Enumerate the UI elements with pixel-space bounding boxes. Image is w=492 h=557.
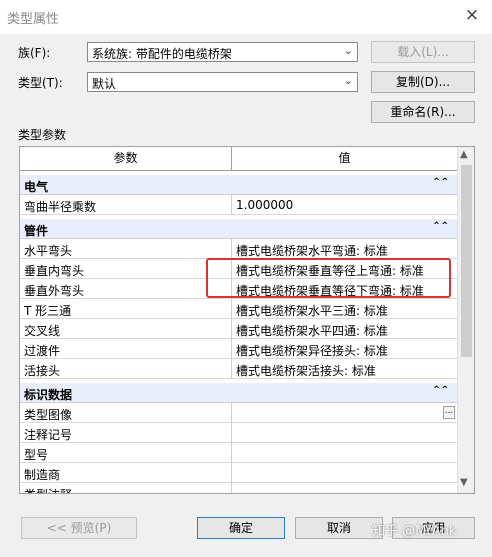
ellipsis-icon[interactable]: ... xyxy=(443,406,455,419)
preview-button[interactable]: << 预览(P) xyxy=(21,517,137,539)
group-header-identity[interactable]: 标识数据 ⌃⌃ xyxy=(20,383,457,403)
double-chevron-up-icon[interactable]: ⌃⌃ xyxy=(432,177,449,188)
duplicate-button[interactable]: 复制(D)... xyxy=(371,71,475,93)
rename-button[interactable]: 重命名(R)... xyxy=(371,101,475,123)
column-divider xyxy=(231,463,232,483)
param-name: 活接头 xyxy=(24,364,61,378)
param-name: 类型图像 xyxy=(24,408,73,422)
param-row[interactable]: 活接头 槽式电缆桥架活接头: 标准 xyxy=(20,359,457,379)
group-header-fittings[interactable]: 管件 ⌃⌃ xyxy=(20,219,457,239)
chevron-down-icon: ⌄ xyxy=(343,74,353,87)
param-row-type-image[interactable]: 类型图像 ... xyxy=(20,403,457,423)
param-name: 制造商 xyxy=(24,468,61,482)
column-divider xyxy=(231,359,232,379)
column-divider xyxy=(231,423,232,443)
grid-header: 参数 值 xyxy=(20,147,457,171)
scrollbar-thumb[interactable] xyxy=(461,165,472,357)
family-value: 系统族: 带配件的电缆桥架 xyxy=(92,47,232,61)
column-divider xyxy=(231,195,232,215)
watermark: 知乎 @MrAnk xyxy=(372,524,457,539)
param-value[interactable]: 1.000000 xyxy=(236,198,293,212)
column-divider xyxy=(231,443,232,463)
param-value[interactable]: 槽式电缆桥架水平四通: 标准 xyxy=(236,322,388,339)
ok-button[interactable]: 确定 xyxy=(197,517,285,539)
column-divider xyxy=(231,239,232,259)
param-name: 型号 xyxy=(24,448,49,462)
param-row[interactable]: 制造商 xyxy=(20,463,457,483)
param-name: T 形三通 xyxy=(24,304,72,318)
chevron-down-icon: ⌄ xyxy=(343,44,353,57)
type-params-grid: 参数 值 电气 ⌃⌃ 弯曲半径乘数 1.000000 管件 ⌃⌃ 水平弯头 槽式… xyxy=(19,146,475,494)
type-dropdown[interactable]: 默认 ⌄ xyxy=(87,72,358,92)
group-title: 电气 xyxy=(24,180,49,194)
param-name: 弯曲半径乘数 xyxy=(24,200,97,214)
param-name: 类型注释 xyxy=(24,486,72,493)
type-params-label: 类型参数 xyxy=(18,128,67,142)
vertical-scrollbar[interactable]: ▲ ▼ xyxy=(457,147,474,493)
param-row[interactable]: 类型注释 xyxy=(20,483,457,493)
column-divider xyxy=(231,319,232,339)
scroll-down-icon[interactable]: ▼ xyxy=(460,477,468,488)
family-dropdown[interactable]: 系统族: 带配件的电缆桥架 ⌄ xyxy=(87,42,358,62)
scroll-up-icon[interactable]: ▲ xyxy=(460,149,468,160)
param-value[interactable]: 槽式电缆桥架水平三通: 标准 xyxy=(236,302,388,319)
param-name: 垂直内弯头 xyxy=(24,264,85,278)
group-title: 标识数据 xyxy=(24,388,73,402)
column-divider xyxy=(231,483,232,493)
column-divider xyxy=(231,403,232,423)
param-row[interactable]: 型号 xyxy=(20,443,457,463)
column-header-param[interactable]: 参数 xyxy=(20,147,232,170)
double-chevron-up-icon[interactable]: ⌃⌃ xyxy=(432,221,449,232)
close-icon[interactable]: × xyxy=(463,6,481,24)
param-name: 过渡件 xyxy=(24,344,61,358)
param-name: 注释记号 xyxy=(24,428,73,442)
type-value: 默认 xyxy=(92,77,117,91)
group-header-electrical[interactable]: 电气 ⌃⌃ xyxy=(20,175,457,195)
window-title: 类型属性 xyxy=(7,12,60,27)
param-row[interactable]: 交叉线 槽式电缆桥架水平四通: 标准 xyxy=(20,319,457,339)
param-name: 垂直外弯头 xyxy=(24,284,85,298)
column-header-value[interactable]: 值 xyxy=(232,147,457,170)
group-title: 管件 xyxy=(24,224,49,238)
load-button[interactable]: 载入(L)... xyxy=(371,41,475,63)
double-chevron-up-icon[interactable]: ⌃⌃ xyxy=(432,385,449,396)
cancel-button[interactable]: 取消 xyxy=(295,517,383,539)
param-name: 交叉线 xyxy=(24,324,61,338)
title-bar: 类型属性 × xyxy=(0,0,492,34)
param-name: 水平弯头 xyxy=(24,244,73,258)
column-divider xyxy=(231,339,232,359)
param-value[interactable]: 槽式电缆桥架活接头: 标准 xyxy=(236,362,376,379)
param-row[interactable]: T 形三通 槽式电缆桥架水平三通: 标准 xyxy=(20,299,457,319)
param-row-bend-radius[interactable]: 弯曲半径乘数 1.000000 xyxy=(20,195,457,215)
param-value[interactable]: 槽式电缆桥架水平弯通: 标准 xyxy=(236,242,388,259)
param-row[interactable]: 水平弯头 槽式电缆桥架水平弯通: 标准 xyxy=(20,239,457,259)
type-label: 类型(T): xyxy=(18,76,63,90)
param-value[interactable]: 槽式电缆桥架异径接头: 标准 xyxy=(236,342,388,359)
column-divider xyxy=(231,299,232,319)
param-row[interactable]: 过渡件 槽式电缆桥架异径接头: 标准 xyxy=(20,339,457,359)
family-label: 族(F): xyxy=(18,46,51,60)
param-row[interactable]: 注释记号 xyxy=(20,423,457,443)
highlight-box xyxy=(206,258,451,298)
